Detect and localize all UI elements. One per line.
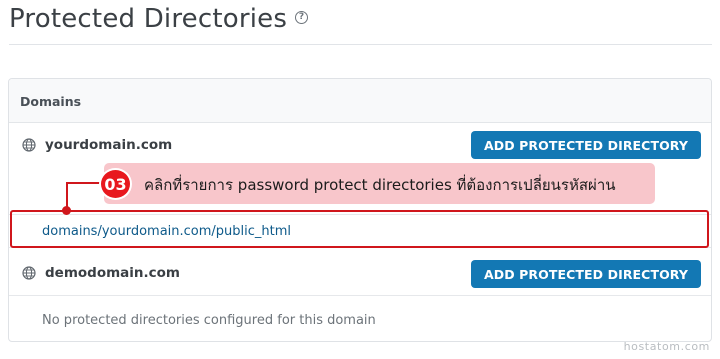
title-divider [9,44,712,45]
card-header-label: Domains [20,94,82,109]
watermark: hostatom.com [623,340,710,353]
row-divider [9,295,711,296]
annotation-text: คลิกที่รายการ password protect directori… [144,176,616,194]
domains-card: Domains yourdomain.com ADD PROTECTED DIR… [8,78,712,342]
step-badge: 03 [99,168,132,200]
domain-name: yourdomain.com [45,137,173,153]
protected-directory-link[interactable]: domains/yourdomain.com/public_html [42,224,291,239]
page-title-text: Protected Directories [9,4,288,34]
domain-row-demodomain: demodomain.com ADD PROTECTED DIRECTORY [9,251,711,295]
add-protected-directory-button[interactable]: ADD PROTECTED DIRECTORY [471,131,701,159]
globe-icon [22,138,36,152]
help-circle-icon[interactable]: ? [295,10,309,24]
add-protected-directory-button[interactable]: ADD PROTECTED DIRECTORY [471,260,701,288]
globe-icon [22,266,36,280]
domain-row-yourdomain: yourdomain.com ADD PROTECTED DIRECTORY [9,123,711,167]
card-header: Domains [9,79,711,123]
empty-state-message: No protected directories configured for … [42,313,376,328]
annotation-dot [62,206,71,215]
protected-directory-row[interactable]: domains/yourdomain.com/public_html [9,214,711,248]
domain-name: demodomain.com [45,265,180,281]
page-title: Protected Directories ? [9,4,309,34]
